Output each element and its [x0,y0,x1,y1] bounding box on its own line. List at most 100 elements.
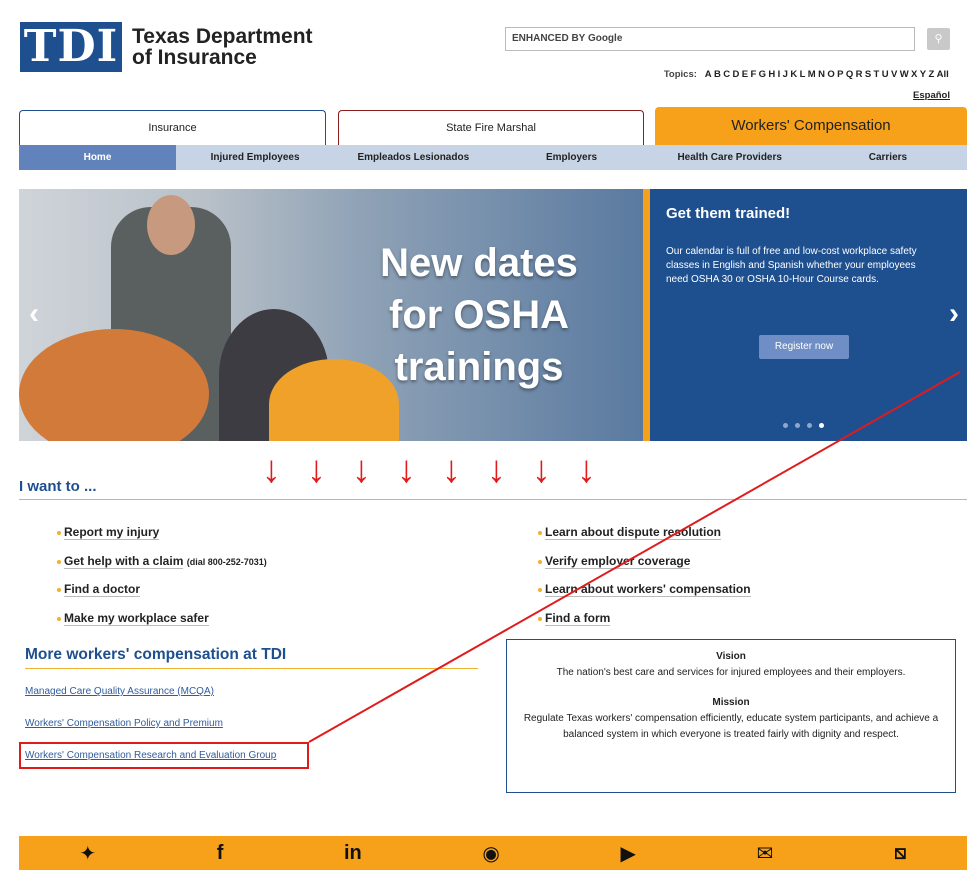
topic-letter-link[interactable]: D [732,69,739,80]
topic-letter-link[interactable]: P [837,69,843,80]
hero-carousel: New dates for OSHA trainings ‹ Get them … [19,189,967,441]
topic-letter-link[interactable]: V [891,69,897,80]
topic-letter-link[interactable]: R [856,69,863,80]
logo-text-line1: Texas Department [132,25,313,48]
down-arrow-icon: ↓ [577,449,596,491]
subnav-empleados-lesionados[interactable]: Empleados Lesionados [334,145,492,170]
carousel-dot[interactable] [783,423,788,428]
list-item-label[interactable]: Get help with a claim [64,553,184,569]
tab-state-fire-marshal[interactable]: State Fire Marshal [338,110,644,146]
subnav-employers[interactable]: Employers [492,145,650,170]
topic-letter-link[interactable]: T [874,69,880,80]
topic-letter-link[interactable]: H [768,69,775,80]
social-footer: ✦ f in ◉ ▶ ✉ ⧅ [19,836,967,870]
logo-text-line2: of Insurance [132,46,257,69]
subnav-injured-employees[interactable]: Injured Employees [176,145,334,170]
annotation-highlight-box [19,742,309,769]
list-item[interactable]: Verify employer coverage [520,553,751,583]
search-input[interactable]: ENHANCED BY Google [505,27,915,51]
tab-insurance[interactable]: Insurance [19,110,326,146]
topic-letter-link[interactable]: G [759,69,766,80]
list-item[interactable]: Get help with a claim (dial 800-252-7031… [39,553,267,583]
iwant-heading: I want to ... [19,478,97,495]
link-policy-premium[interactable]: Workers' Compensation Policy and Premium [25,718,223,729]
list-item[interactable]: Find a doctor [39,582,267,611]
hero-headline-line: New dates [380,241,578,285]
subnav-carriers[interactable]: Carriers [809,145,967,170]
more-wc-heading: More workers' compensation at TDI [25,646,287,663]
rss-icon[interactable]: ⧅ [894,842,907,865]
topic-letter-link[interactable]: S [865,69,871,80]
heading-divider [19,499,967,500]
topics-label: Topics: [663,69,697,80]
search-icon: ⚲ [934,33,943,45]
topic-letter-link[interactable]: All [937,69,949,80]
hero-headline: New dates for OSHA trainings [359,237,599,393]
topic-letter-link[interactable]: A [705,69,712,80]
espanol-link[interactable]: Español [913,90,950,101]
carousel-next-icon[interactable]: › [949,297,959,331]
instructor-head [147,195,195,255]
topic-letter-link[interactable]: E [742,69,748,80]
down-arrow-icon: ↓ [262,449,281,491]
carousel-dot[interactable] [807,423,812,428]
list-item-label[interactable]: Find a form [545,610,611,626]
down-arrow-icon: ↓ [532,449,551,491]
link-mcqa[interactable]: Managed Care Quality Assurance (MCQA) [25,686,214,697]
subnav: Home Injured Employees Empleados Lesiona… [19,145,967,170]
list-item-label[interactable]: Learn about dispute resolution [545,525,722,540]
list-item[interactable]: Make my workplace safer [39,610,267,640]
hero-image[interactable]: New dates for OSHA trainings ‹ [19,189,643,441]
logo-mark: TDI [20,22,122,72]
topic-letter-link[interactable]: X [911,69,917,80]
topic-letter-link[interactable]: K [790,69,797,80]
topic-letter-link[interactable]: L [800,69,806,80]
subnav-home[interactable]: Home [19,145,176,170]
topic-letter-link[interactable]: Q [846,69,853,80]
topic-letter-link[interactable]: M [808,69,816,80]
annotation-arrows: ↓ ↓ ↓ ↓ ↓ ↓ ↓ ↓ [262,450,596,490]
topic-letter-link[interactable]: N [818,69,825,80]
list-item[interactable]: Learn about workers' compensation [520,582,751,611]
search-button[interactable]: ⚲ [927,28,950,50]
list-item-label[interactable]: Make my workplace safer [64,610,209,626]
subnav-health-care-providers[interactable]: Health Care Providers [651,145,809,170]
tdi-logo[interactable]: TDI Texas Department of Insurance [20,22,313,72]
topic-letter-link[interactable]: J [783,69,788,80]
hero-headline-line: trainings [394,345,564,389]
list-item[interactable]: Report my injury [39,525,267,554]
linkedin-icon[interactable]: in [344,842,362,865]
list-item-label[interactable]: Report my injury [64,525,160,540]
carousel-dot[interactable] [795,423,800,428]
logo-text: Texas Department of Insurance [132,26,313,68]
topic-letter-link[interactable]: Z [928,69,934,80]
list-item-note: (dial 800-252-7031) [186,556,267,567]
topic-letter-link[interactable]: Y [920,69,926,80]
carousel-prev-icon[interactable]: ‹ [29,297,39,331]
carousel-dot-active[interactable] [819,423,824,428]
facebook-icon[interactable]: f [217,842,224,865]
topic-letter-link[interactable]: W [900,69,909,80]
youtube-icon[interactable]: ▶ [620,841,635,866]
mission-title: Mission [712,697,750,708]
hero-panel: Get them trained! Our calendar is full o… [643,189,967,441]
topic-letter-link[interactable]: I [778,69,781,80]
podcast-icon[interactable]: ◉ [482,841,499,866]
list-item-label[interactable]: Verify employer coverage [545,553,691,569]
list-item-label[interactable]: Find a doctor [64,582,140,597]
register-now-button[interactable]: Register now [759,335,849,359]
list-item[interactable]: Learn about dispute resolution [520,525,751,554]
email-icon[interactable]: ✉ [757,841,774,866]
topic-letter-link[interactable]: C [723,69,730,80]
down-arrow-icon: ↓ [307,449,326,491]
down-arrow-icon: ↓ [487,449,506,491]
tab-workers-compensation[interactable]: Workers' Compensation [655,107,967,146]
topic-letter-link[interactable]: O [827,69,834,80]
topic-letter-link[interactable]: F [750,69,756,80]
list-item[interactable]: Find a form [520,610,751,640]
topic-letter-link[interactable]: B [714,69,721,80]
list-item-label[interactable]: Learn about workers' compensation [545,582,751,597]
vision-title: Vision [716,651,746,662]
topic-letter-link[interactable]: U [882,69,889,80]
twitter-icon[interactable]: ✦ [79,841,96,866]
